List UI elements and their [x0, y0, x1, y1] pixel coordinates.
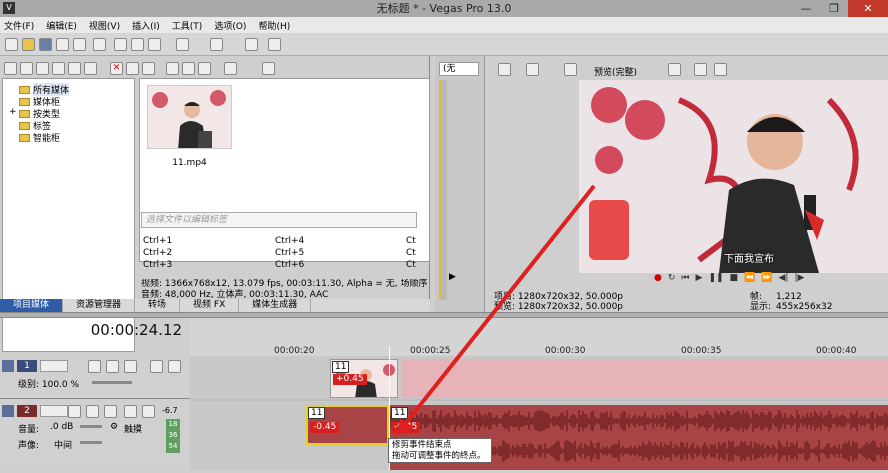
- tooltip-body: 拖动可调整事件的终点。: [392, 451, 486, 461]
- annotation-arrow: [396, 184, 596, 436]
- tooltip-title: 修剪事件结束点: [392, 440, 452, 450]
- tooltip: 修剪事件结束点 拖动可调整事件的终点。: [388, 438, 492, 463]
